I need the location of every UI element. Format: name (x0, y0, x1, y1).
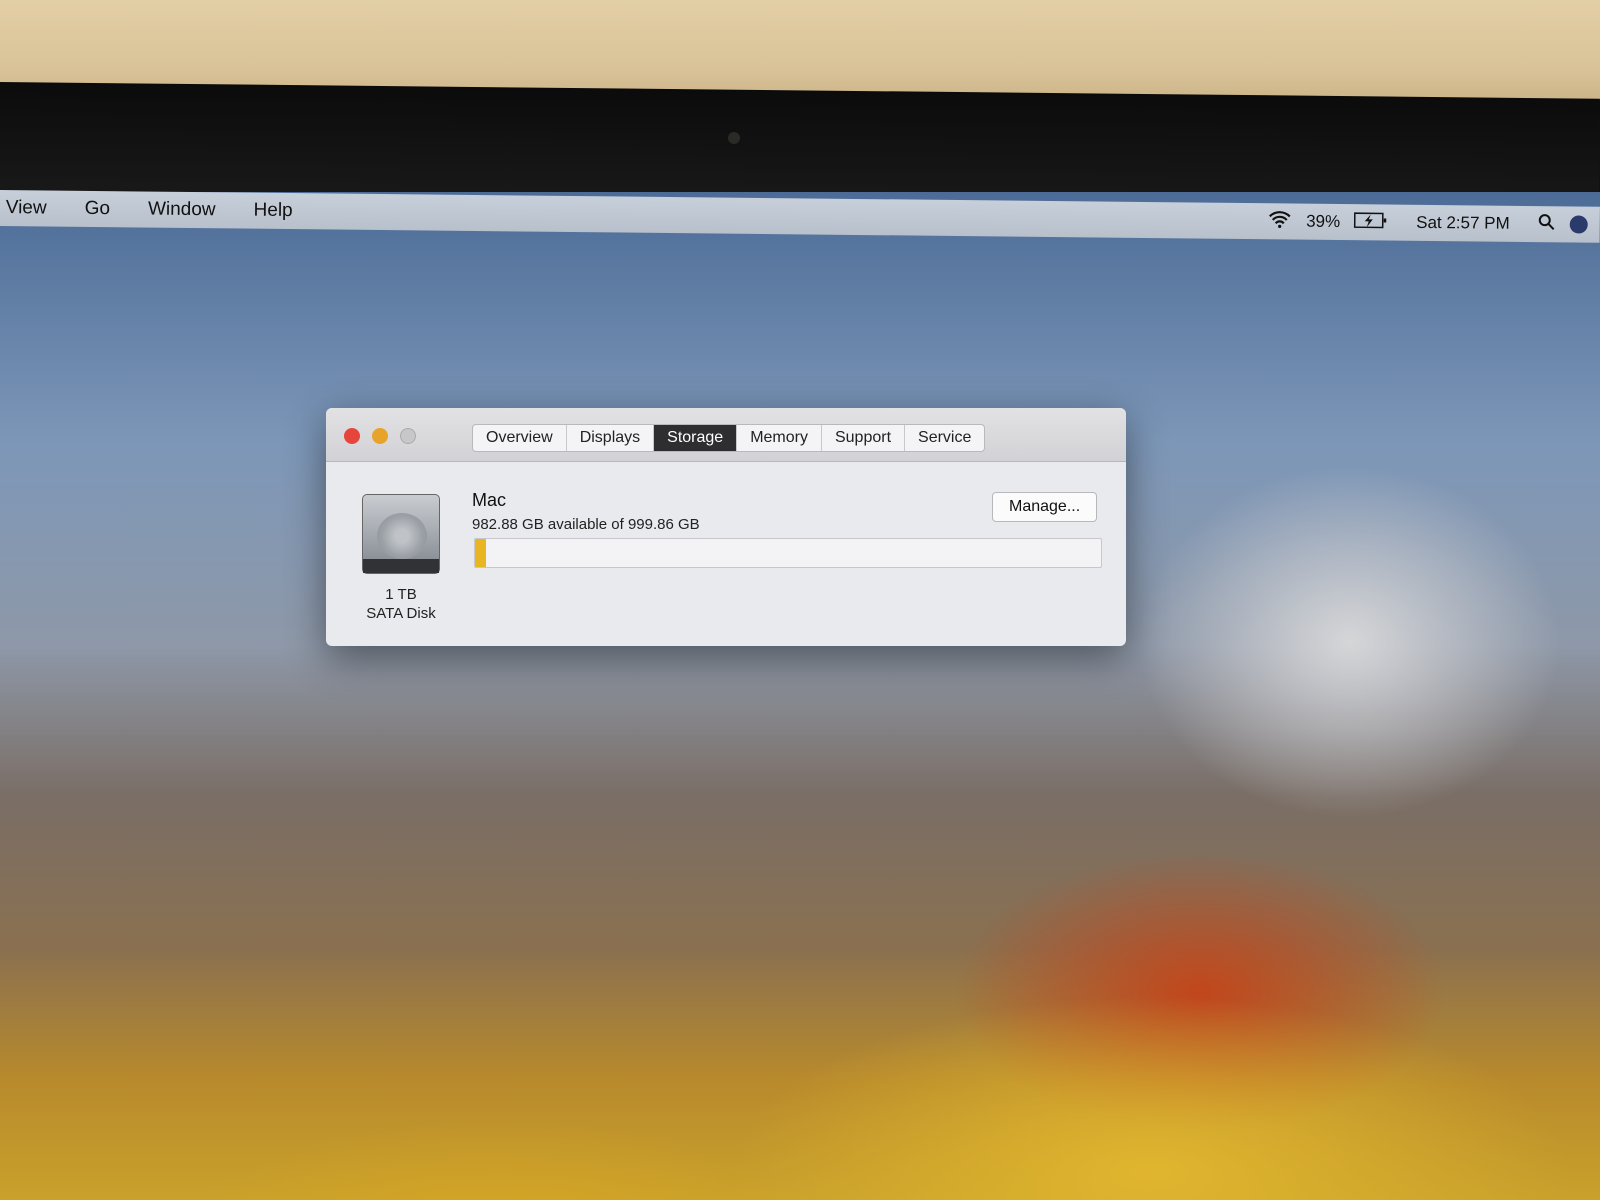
tab-overview[interactable]: Overview (473, 425, 567, 451)
battery-percent[interactable]: 39% (1306, 212, 1340, 232)
menu-clock[interactable]: Sat 2:57 PM (1416, 213, 1510, 234)
minimize-button[interactable] (372, 428, 388, 444)
battery-charging-icon[interactable] (1354, 211, 1388, 234)
spotlight-search-icon[interactable] (1538, 213, 1556, 236)
tab-service[interactable]: Service (905, 425, 984, 451)
menu-go[interactable]: Go (73, 198, 123, 221)
wifi-icon[interactable] (1268, 210, 1292, 233)
volume-name: Mac (472, 490, 507, 510)
desktop-wallpaper (0, 192, 1600, 1200)
menu-view[interactable]: View (0, 197, 59, 220)
tab-memory[interactable]: Memory (737, 425, 822, 451)
camera-icon (728, 132, 740, 144)
tab-support[interactable]: Support (822, 425, 906, 451)
tab-storage[interactable]: Storage (654, 425, 738, 451)
zoom-button[interactable] (400, 428, 416, 444)
menu-window[interactable]: Window (136, 198, 228, 221)
volume-availability: 982.88 GB available of 999.86 GB (472, 516, 700, 533)
siri-icon[interactable] (1569, 215, 1588, 234)
close-button[interactable] (344, 428, 360, 444)
window-titlebar: Overview Displays Storage Memory Support… (326, 408, 1126, 462)
menu-help[interactable]: Help (241, 200, 304, 223)
manage-button[interactable]: Manage... (992, 492, 1098, 522)
tab-displays[interactable]: Displays (567, 425, 655, 451)
tab-bar: Overview Displays Storage Memory Support… (472, 424, 986, 452)
storage-used-segment (475, 539, 486, 567)
disk-type: SATA Disk (366, 605, 436, 622)
disk-size: 1 TB (385, 586, 417, 603)
about-this-mac-window: Overview Displays Storage Memory Support… (326, 408, 1126, 646)
hard-disk-icon (362, 494, 440, 574)
storage-usage-bar (474, 538, 1102, 568)
